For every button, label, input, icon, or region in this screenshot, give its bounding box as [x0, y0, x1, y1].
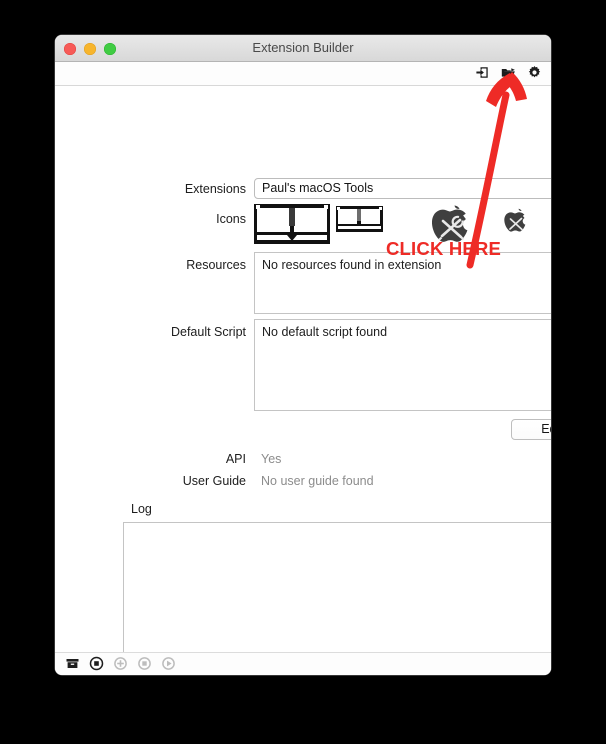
icons-label: Icons: [216, 212, 246, 226]
extension-builder-window: Extension Builder Extensions Paul's macO…: [55, 35, 551, 675]
play-circle-icon: [161, 656, 176, 671]
api-label: API: [225, 452, 246, 466]
api-value: Yes: [261, 452, 282, 466]
book-icon-small[interactable]: [336, 206, 383, 237]
bottom-toolbar: [55, 652, 551, 675]
toolbar-icon-group: [475, 65, 542, 80]
resources-value: No resources found in extension: [262, 258, 442, 272]
archive-icon[interactable]: [65, 656, 80, 671]
record-stop-icon[interactable]: [89, 656, 104, 671]
book-icon-large[interactable]: [254, 204, 330, 249]
click-here-annotation: CLICK HERE: [386, 238, 502, 259]
window-title: Extension Builder: [252, 40, 354, 55]
resources-label: Resources: [186, 258, 246, 272]
top-toolbar: [55, 62, 551, 86]
gear-icon[interactable]: [527, 65, 542, 80]
log-label: Log: [131, 502, 152, 516]
default-script-label: Default Script: [170, 325, 246, 339]
user-guide-label: User Guide: [182, 474, 246, 488]
screenshot-root: Extension Builder Extensions Paul's macO…: [0, 0, 606, 744]
add-circle-icon: [113, 656, 128, 671]
extensions-select[interactable]: Paul's macOS Tools: [254, 178, 551, 199]
default-script-value: No default script found: [262, 325, 388, 339]
extensions-label: Extensions: [184, 182, 246, 196]
user-guide-value: No user guide found: [261, 474, 374, 488]
extensions-selected-value: Paul's macOS Tools: [262, 181, 374, 195]
apple-tools-icon-small[interactable]: [504, 208, 530, 241]
open-folder-icon[interactable]: [501, 65, 516, 80]
bottom-icon-group: [65, 656, 176, 671]
edit-button[interactable]: Edit: [511, 419, 551, 440]
window-body: Extensions Paul's macOS Tools Icons Reso…: [55, 86, 551, 675]
export-icon[interactable]: [475, 65, 490, 80]
default-script-textarea[interactable]: No default script found: [254, 319, 551, 411]
window-titlebar[interactable]: Extension Builder: [55, 35, 551, 62]
stop-circle-icon: [137, 656, 152, 671]
resources-textarea[interactable]: No resources found in extension: [254, 252, 551, 314]
